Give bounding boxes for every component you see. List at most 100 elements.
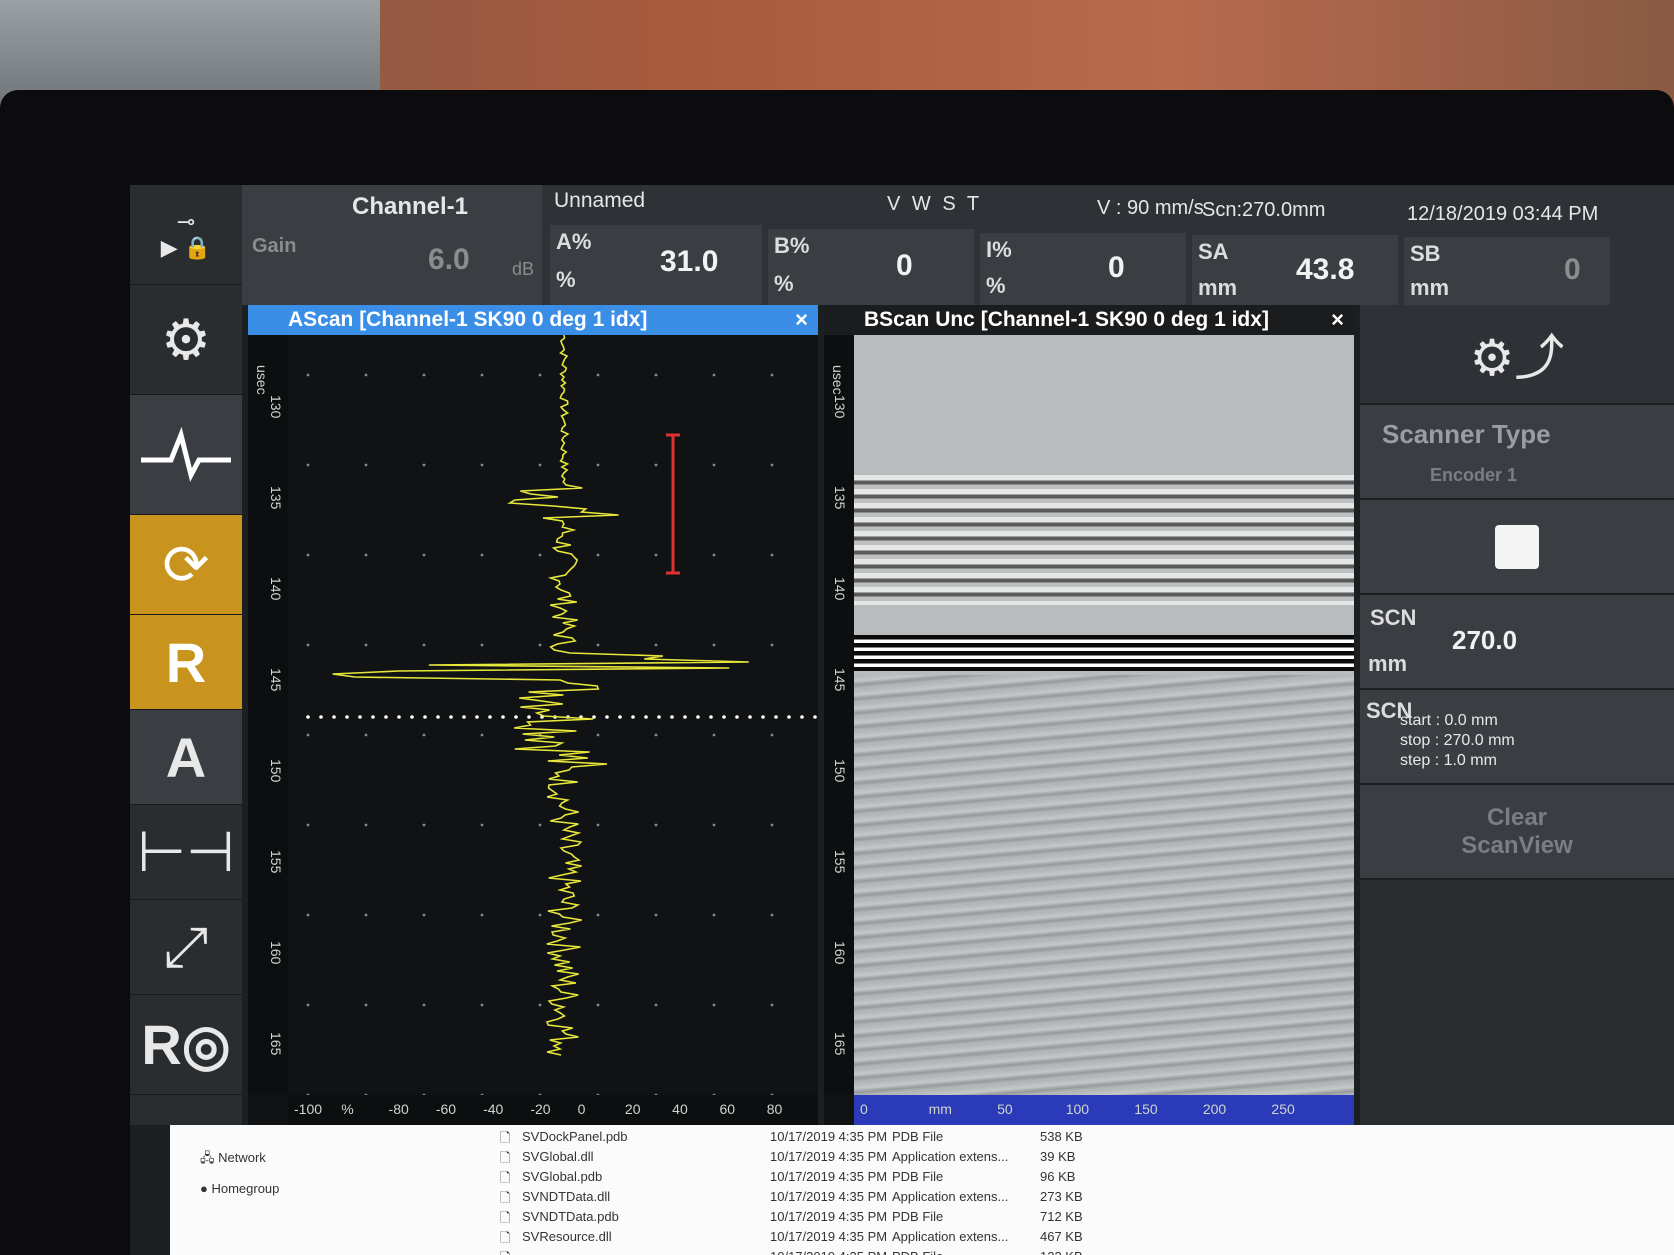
y-tick-label: 135: [832, 486, 848, 510]
plug-lock-button[interactable]: ⊸ ▶ 🔒: [130, 185, 242, 285]
file-size: 467 KB: [1040, 1229, 1083, 1244]
grid-dot: [770, 373, 774, 377]
file-row[interactable]: 🗋 SVDockPanel.pdb 10/17/2019 4:35 PM PDB Fi…: [170, 1129, 1170, 1147]
expand-button[interactable]: ⤢: [130, 900, 242, 995]
ascan-y-unit: usec: [254, 365, 270, 395]
x-tick-label: 250: [1271, 1101, 1295, 1117]
ascan-plot[interactable]: [288, 335, 818, 1095]
scanner-button[interactable]: R: [130, 615, 242, 710]
file-type: Application extens...: [892, 1189, 1009, 1204]
clear-scanview-button[interactable]: Clear ScanView: [1360, 785, 1674, 880]
i-label: I%: [986, 237, 1012, 262]
grid-dot: [422, 913, 426, 917]
gate-dot: [618, 715, 622, 719]
grid-dot: [422, 733, 426, 737]
file-row[interactable]: 🗋 SVResource.dll 10/17/2019 4:35 PM Applica…: [170, 1229, 1170, 1247]
x-tick-label: %: [341, 1101, 354, 1117]
grid-dot: [364, 643, 368, 647]
file-name: SVDockPanel.pdb: [522, 1129, 628, 1144]
grid-dot: [654, 913, 658, 917]
grid-dot: [480, 733, 484, 737]
gate-dot: [696, 715, 700, 719]
x-tick-label: mm: [928, 1101, 952, 1117]
grid-dot: [422, 463, 426, 467]
grid-dot: [364, 823, 368, 827]
file-row[interactable]: 🗋 SVNDTData.pdb 10/17/2019 4:35 PM PDB File…: [170, 1209, 1170, 1227]
y-tick-label: 165: [832, 1032, 848, 1056]
grid-dot: [712, 373, 716, 377]
bscan-titlebar[interactable]: BScan Unc [Channel-1 SK90 0 deg 1 idx] ×: [824, 305, 1354, 335]
sb-label: SB: [1410, 241, 1441, 266]
sync-button[interactable]: ⟳: [130, 515, 242, 615]
auto-button[interactable]: A: [130, 710, 242, 805]
file-row[interactable]: 🗋 SVNDTData.dll 10/17/2019 4:35 PM Applicat…: [170, 1189, 1170, 1207]
file-row[interactable]: 🗋 SVGlobal.pdb 10/17/2019 4:35 PM PDB File 9…: [170, 1169, 1170, 1187]
datetime: 12/18/2019 03:44 PM: [1407, 203, 1599, 225]
grid-dot: [712, 823, 716, 827]
scanner-select-icon: R◎: [141, 1012, 231, 1076]
gate-dot: [722, 715, 726, 719]
plug-icon: ⊸: [176, 208, 196, 234]
grid-dot: [712, 913, 716, 917]
gate-dot: [670, 715, 674, 719]
grid-dot: [306, 373, 310, 377]
gate-dot: [514, 715, 518, 719]
gate-dot: [800, 715, 804, 719]
bscan-pane: BScan Unc [Channel-1 SK90 0 deg 1 idx] ×…: [824, 305, 1354, 1135]
grid-dot: [364, 553, 368, 557]
file-icon: 🗋: [500, 1210, 511, 1225]
file-row[interactable]: 🗋 10/17/2019 4:35 PM PDB File 122 KB: [170, 1249, 1170, 1255]
grid-dot: [712, 733, 716, 737]
y-tick-label: 165: [268, 1032, 284, 1056]
grid-dot: [538, 643, 542, 647]
file-row[interactable]: 🗋 SVGlobal.dll 10/17/2019 4:35 PM Applicati…: [170, 1149, 1170, 1167]
scanner-select-button[interactable]: R◎: [130, 995, 242, 1095]
grid-dot: [306, 823, 310, 827]
grid-dot: [770, 1003, 774, 1007]
file-type: Application extens...: [892, 1229, 1009, 1244]
b-label: B%: [774, 233, 810, 258]
stop-button[interactable]: [1360, 500, 1674, 595]
grid-dot: [422, 373, 426, 377]
bscan-image[interactable]: [854, 335, 1354, 1095]
file-name: Unnamed: [554, 189, 646, 212]
velocity-readout: V : 90 mm/s: [1097, 197, 1204, 219]
grid-dot: [596, 463, 600, 467]
gate-dot: [644, 715, 648, 719]
sa-value: 43.8: [1296, 253, 1355, 286]
sa-label: SA: [1198, 239, 1229, 264]
gate-dot: [527, 715, 531, 719]
gate-dot: [735, 715, 739, 719]
grid-dot: [422, 823, 426, 827]
y-tick-label: 130: [268, 395, 284, 419]
file-date: 10/17/2019 4:35 PM: [770, 1209, 888, 1224]
scn-start: start : 0.0 mm: [1400, 712, 1498, 729]
waveform-button[interactable]: [130, 395, 242, 515]
grid-dot: [364, 913, 368, 917]
gate-dot: [436, 715, 440, 719]
channel-box[interactable]: Channel-1 Gain 6.0 dB: [242, 185, 542, 305]
b-percent-box: B% % 0: [768, 229, 974, 305]
scanner-type-box[interactable]: Scanner Type Encoder 1: [1360, 405, 1674, 500]
file-size: 96 KB: [1040, 1169, 1076, 1184]
gate-dot: [501, 715, 505, 719]
bscan-close-icon[interactable]: ×: [1331, 307, 1344, 333]
sb-unit: mm: [1410, 275, 1450, 300]
scan-length: Scn:270.0mm: [1202, 199, 1326, 221]
gain-value: 6.0: [428, 243, 470, 276]
grid-dot: [364, 463, 368, 467]
file-icon: 🗋: [500, 1190, 511, 1205]
file-name: SVResource.dll: [522, 1229, 612, 1244]
ascan-titlebar[interactable]: AScan [Channel-1 SK90 0 deg 1 idx] ×: [248, 305, 818, 335]
gear-icon: ⚙: [160, 307, 212, 371]
gate-dot: [332, 715, 336, 719]
measure-icon: ⊢⊣: [137, 820, 235, 883]
b-unit: %: [774, 271, 794, 296]
grid-dot: [654, 1003, 658, 1007]
ascan-close-icon[interactable]: ×: [795, 307, 808, 333]
settings-button[interactable]: ⚙: [130, 285, 242, 395]
measure-button[interactable]: ⊢⊣: [130, 805, 242, 900]
x-tick-label: 80: [766, 1101, 783, 1117]
scanner-arm-button[interactable]: ⚙⤴: [1360, 305, 1674, 405]
grid-dot: [538, 373, 542, 377]
